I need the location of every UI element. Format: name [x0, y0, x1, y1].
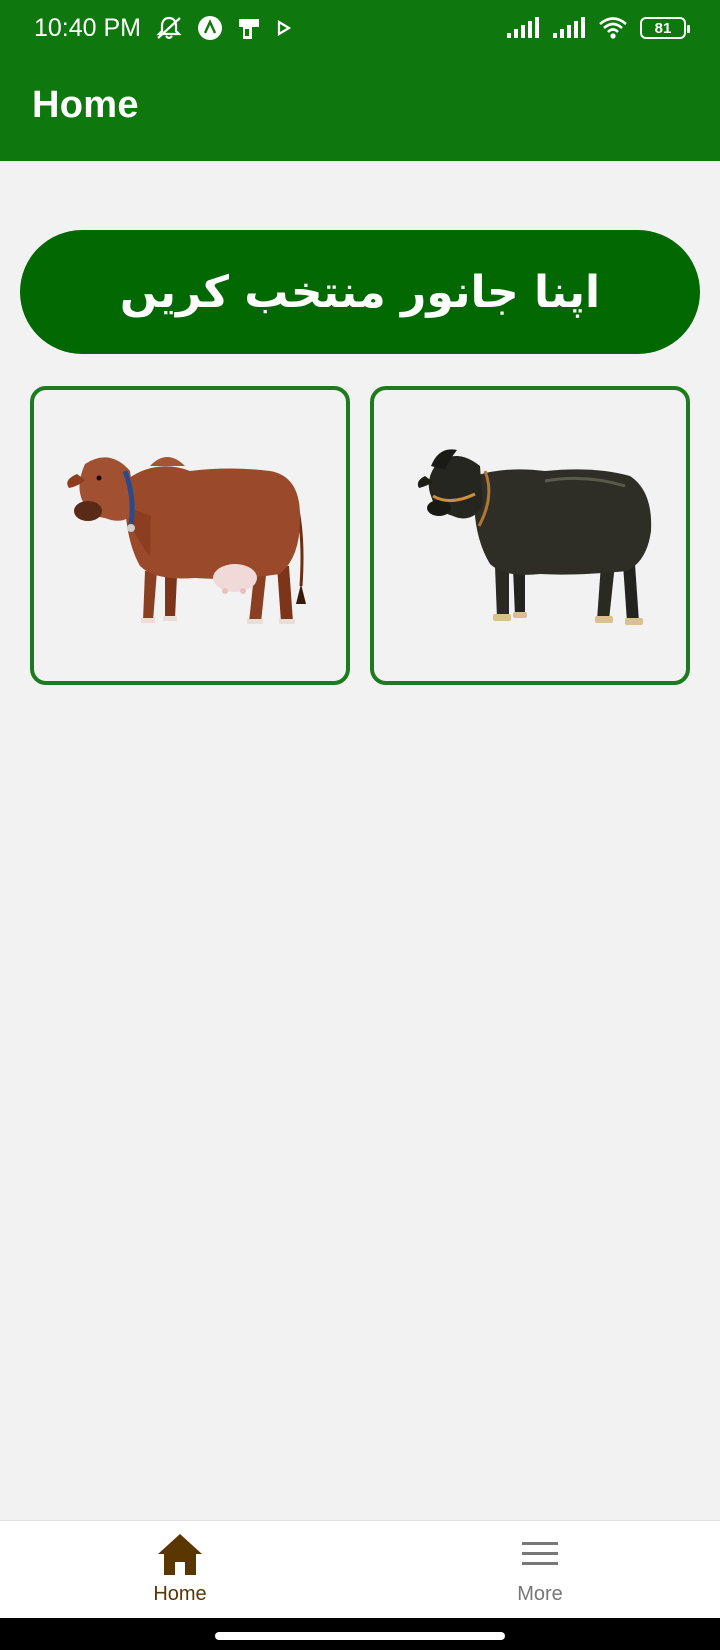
home-icon	[156, 1531, 204, 1577]
status-time: 10:40 PM	[34, 13, 142, 42]
status-bar: 10:40 PM 81	[0, 0, 720, 56]
buffalo-image	[417, 448, 652, 625]
battery-level: 81	[654, 19, 672, 37]
menu-icon	[520, 1531, 560, 1577]
bottom-nav: Home More	[0, 1520, 720, 1618]
animal-card-cow[interactable]	[30, 386, 350, 685]
location-a-icon	[197, 15, 223, 41]
app-bar: 10:40 PM 81 Home	[0, 0, 720, 161]
wifi-icon	[598, 16, 628, 40]
sim-icon	[237, 15, 261, 41]
battery-icon: 81	[640, 17, 690, 39]
gesture-bar	[0, 1618, 720, 1650]
signal-icon	[552, 17, 586, 39]
page-title: Home	[32, 84, 139, 126]
nav-item-more[interactable]: More	[360, 1521, 720, 1618]
nav-label-home: Home	[153, 1583, 207, 1605]
cow-image	[67, 456, 306, 624]
select-animal-banner[interactable]: اپنا جانور منتخب کریں	[20, 230, 700, 354]
nav-item-home[interactable]: Home	[0, 1521, 360, 1618]
play-icon	[275, 18, 293, 38]
signal-icon	[506, 17, 540, 39]
mute-icon	[155, 15, 183, 41]
nav-label-more: More	[517, 1583, 563, 1605]
home-gesture-handle[interactable]	[215, 1632, 505, 1640]
animal-card-buffalo[interactable]	[370, 386, 690, 685]
select-animal-label: اپنا جانور منتخب کریں	[119, 266, 601, 318]
